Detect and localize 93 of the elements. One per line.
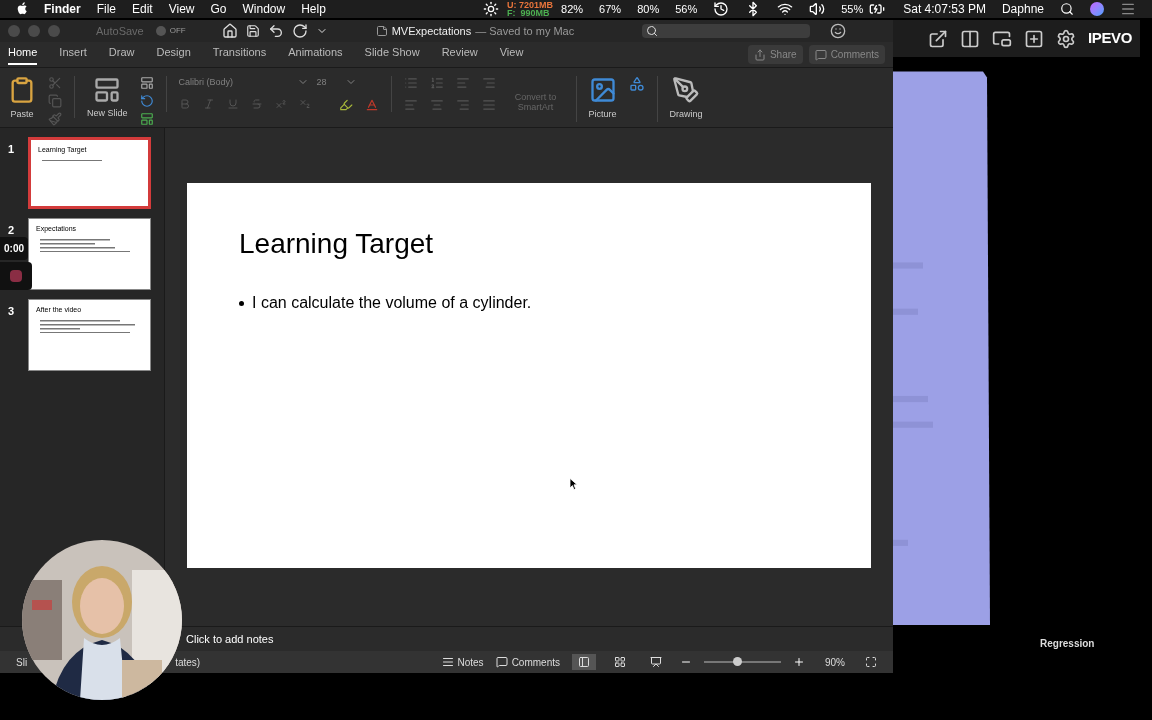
layout-icon[interactable] bbox=[139, 76, 154, 90]
time-machine-icon[interactable] bbox=[713, 1, 730, 17]
drawing-button[interactable]: Drawing bbox=[656, 76, 703, 122]
siri-icon[interactable] bbox=[1090, 2, 1104, 16]
user-name[interactable]: Daphne bbox=[1001, 0, 1044, 18]
notes-field[interactable]: Click to add notes bbox=[186, 630, 274, 648]
status-text: tates) bbox=[175, 655, 201, 670]
brightness-icon[interactable] bbox=[483, 1, 500, 17]
window-caption: Regression bbox=[1040, 638, 1095, 649]
toggle-state: OFF bbox=[169, 25, 186, 37]
menu-item[interactable]: Help bbox=[301, 0, 326, 18]
meter-reading: 56% bbox=[675, 1, 698, 17]
memory-reading: U: 7201MB bbox=[507, 1, 554, 9]
menu-item[interactable]: View bbox=[168, 0, 195, 18]
search-icon bbox=[646, 25, 659, 37]
ribbon-tab[interactable]: Home bbox=[8, 44, 38, 65]
stop-icon bbox=[10, 270, 22, 282]
status-text: Sli bbox=[16, 655, 28, 670]
zoom-thumb[interactable] bbox=[733, 657, 743, 666]
document-icon bbox=[375, 25, 388, 37]
font-color-icon[interactable] bbox=[364, 97, 379, 112]
ribbon-tab[interactable]: View bbox=[499, 44, 524, 65]
volume-icon[interactable] bbox=[809, 1, 826, 17]
new-slide-button[interactable]: New Slide bbox=[74, 76, 128, 118]
meter-reading: 67% bbox=[599, 1, 622, 17]
settings-icon[interactable] bbox=[1056, 28, 1076, 49]
apple-icon[interactable] bbox=[16, 2, 28, 16]
picture-icon bbox=[588, 76, 617, 104]
window-title: MVExpectations bbox=[391, 23, 472, 39]
paste-button[interactable]: Paste bbox=[8, 76, 36, 122]
app-logo: IPEVO bbox=[1088, 28, 1132, 49]
split-view-icon[interactable] bbox=[960, 28, 980, 49]
bullet-icon bbox=[239, 300, 244, 306]
drawing-icon bbox=[672, 76, 701, 104]
meter-reading: 82% bbox=[561, 1, 584, 17]
slide-number: 3 bbox=[8, 304, 16, 319]
feedback-icon[interactable] bbox=[830, 23, 847, 39]
comment-icon bbox=[495, 656, 508, 668]
view-button[interactable] bbox=[572, 654, 596, 670]
meter-reading: 80% bbox=[637, 1, 660, 17]
comment-icon bbox=[814, 48, 827, 61]
search-icon[interactable] bbox=[1060, 2, 1074, 16]
menu-item[interactable]: Edit bbox=[132, 0, 153, 18]
autosave-toggle[interactable]: OFF bbox=[151, 25, 190, 37]
menu-item[interactable]: Window bbox=[242, 0, 286, 18]
menu-item[interactable]: Finder bbox=[44, 0, 81, 18]
cursor-icon bbox=[570, 478, 578, 490]
new-slide-icon bbox=[93, 76, 122, 104]
ribbon-tab[interactable]: Animations bbox=[288, 44, 343, 65]
zoom-reading: 90% bbox=[825, 655, 845, 670]
timer-badge: 0:00 bbox=[0, 237, 28, 260]
shapes-icon[interactable] bbox=[628, 76, 645, 92]
notes-button[interactable]: Notes bbox=[441, 654, 484, 670]
battery-reading: 55% bbox=[841, 1, 864, 17]
window-subtitle: — Saved to my Mac bbox=[475, 23, 575, 39]
ribbon-tab[interactable]: Insert bbox=[59, 44, 87, 65]
autosave-label: AutoSave bbox=[96, 23, 144, 39]
popout-icon[interactable] bbox=[928, 28, 948, 49]
text-lines-drawing bbox=[42, 159, 102, 161]
picture-button[interactable]: Picture bbox=[575, 76, 617, 122]
menu-icon[interactable] bbox=[1120, 1, 1136, 17]
menu-clock[interactable]: Sat 4:07:53 PM bbox=[903, 0, 986, 18]
zoom-in-icon[interactable] bbox=[793, 656, 805, 668]
slide-canvas[interactable]: Learning Target I can calculate the volume of a cylinder. bbox=[187, 183, 871, 568]
slide-bullet[interactable]: I can calculate the volume of a cylinder. bbox=[252, 291, 532, 315]
ribbon-tab[interactable]: Design bbox=[156, 44, 191, 65]
undo-icon[interactable] bbox=[267, 23, 284, 39]
reading-view-icon bbox=[650, 656, 662, 668]
add-window-icon[interactable] bbox=[1024, 28, 1044, 49]
highlighter-icon[interactable] bbox=[338, 97, 353, 112]
home-icon[interactable] bbox=[221, 23, 238, 39]
slide-number: 2 bbox=[8, 223, 16, 238]
reset-icon[interactable] bbox=[139, 94, 154, 108]
memory-reading: F: 990MB bbox=[507, 9, 551, 17]
search-field[interactable] bbox=[642, 24, 811, 38]
ribbon-tab[interactable]: Review bbox=[441, 44, 478, 65]
menu-item[interactable]: Go bbox=[210, 0, 227, 18]
normal-view-icon bbox=[578, 656, 590, 668]
slide-title[interactable]: Learning Target bbox=[239, 223, 819, 265]
menu-item[interactable]: File bbox=[96, 0, 116, 18]
ribbon-tab[interactable]: Slide Show bbox=[364, 44, 420, 65]
slide-number: 1 bbox=[8, 142, 16, 157]
wifi-icon[interactable] bbox=[777, 1, 794, 17]
section-icon[interactable] bbox=[139, 112, 154, 126]
notes-icon bbox=[441, 656, 454, 668]
sorter-view-icon bbox=[614, 656, 626, 668]
save-icon[interactable] bbox=[245, 24, 260, 38]
redo-icon[interactable] bbox=[291, 23, 308, 39]
ribbon-tab[interactable]: Transitions bbox=[212, 44, 267, 65]
share-icon bbox=[753, 48, 766, 61]
comments-button[interactable]: Comments bbox=[495, 654, 560, 670]
fit-slide-icon[interactable] bbox=[865, 656, 877, 668]
ribbon-tab[interactable]: Draw bbox=[108, 44, 135, 65]
